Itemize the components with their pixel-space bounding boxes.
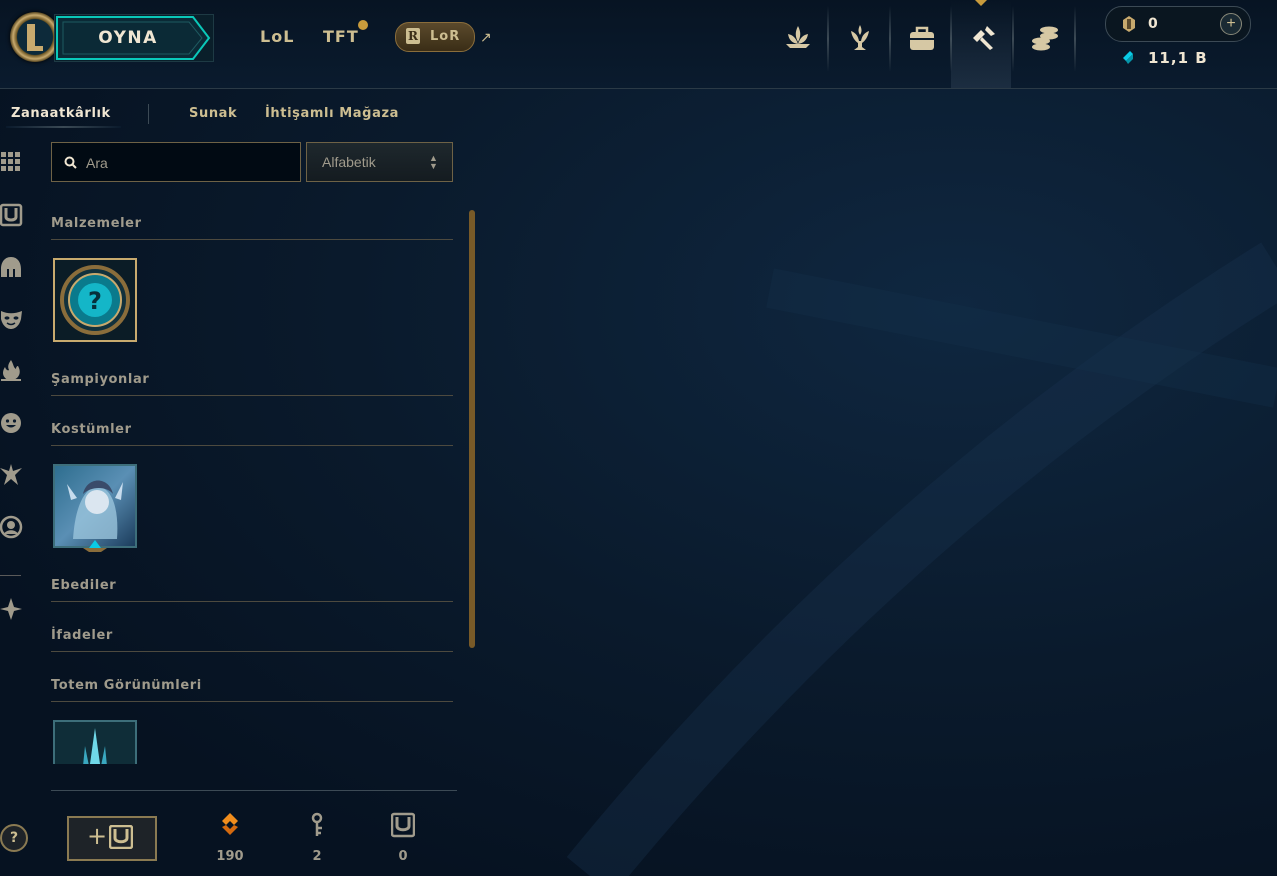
chests-count: 0 bbox=[398, 849, 408, 864]
section-divider bbox=[51, 395, 453, 396]
section-title-emotes: İfadeler bbox=[51, 628, 113, 643]
chest-icon bbox=[391, 812, 415, 838]
riot-points-icon bbox=[1123, 16, 1135, 32]
trophy-icon[interactable] bbox=[830, 14, 890, 64]
nav-separator bbox=[827, 6, 829, 72]
lor-launch-button[interactable]: R LoR bbox=[395, 22, 475, 52]
rail-divider bbox=[0, 575, 21, 576]
sort-dropdown[interactable]: Alfabetik ▲ ▼ bbox=[306, 142, 453, 182]
hextech-crafting-icon[interactable] bbox=[953, 14, 1013, 64]
section-divider bbox=[51, 651, 453, 652]
section-divider bbox=[51, 601, 453, 602]
blue-essence-value: 11,1 B bbox=[1148, 49, 1208, 67]
sort-selected-value: Alfabetik bbox=[322, 154, 376, 170]
nav-separator bbox=[1074, 6, 1076, 72]
helmet-icon[interactable] bbox=[0, 255, 24, 279]
orange-essence-count: 190 bbox=[216, 849, 244, 864]
section-divider bbox=[51, 239, 453, 240]
mask-icon[interactable] bbox=[0, 307, 24, 331]
subnav-separator bbox=[148, 104, 149, 124]
riot-points-value: 0 bbox=[1148, 16, 1158, 32]
active-nav-caret-icon bbox=[975, 0, 987, 6]
section-title-materials: Malzemeler bbox=[51, 216, 142, 231]
league-logo-icon[interactable] bbox=[10, 12, 60, 62]
section-divider bbox=[51, 701, 453, 702]
nav-separator bbox=[889, 6, 891, 72]
mystery-material-tile[interactable]: ? bbox=[53, 258, 137, 342]
tab-mythic-shop[interactable]: İhtişamlı Mağaza bbox=[265, 106, 399, 121]
play-button-label: OYNA bbox=[98, 28, 158, 48]
ward-skin-tile[interactable] bbox=[53, 720, 137, 764]
orange-essence-icon bbox=[222, 813, 238, 835]
tab-crafting[interactable]: Zanaatkârlık bbox=[11, 106, 111, 121]
search-input[interactable] bbox=[84, 143, 288, 183]
grid-icon[interactable] bbox=[0, 151, 24, 175]
lor-label: LoR bbox=[430, 29, 461, 44]
bag-icon[interactable] bbox=[892, 14, 952, 64]
section-title-skins: Kostümler bbox=[51, 422, 132, 437]
skin-shard-tile[interactable] bbox=[53, 464, 137, 552]
profile-icon[interactable] bbox=[0, 515, 24, 539]
svg-text:?: ? bbox=[88, 287, 102, 315]
chest-icon[interactable] bbox=[0, 203, 24, 227]
section-title-ward-skins: Totem Görünümleri bbox=[51, 678, 202, 693]
coins-stack-icon[interactable] bbox=[1015, 14, 1075, 64]
play-button[interactable]: OYNA bbox=[54, 14, 214, 62]
tft-notification-dot bbox=[358, 20, 368, 30]
flame-icon[interactable] bbox=[0, 359, 24, 383]
top-navigation-bar: OYNA LoL TFT R LoR ↗ 0 + 11,1 B bbox=[0, 0, 1277, 89]
lotus-icon[interactable] bbox=[768, 14, 828, 64]
tab-tft[interactable]: TFT bbox=[323, 27, 359, 46]
search-icon bbox=[64, 156, 77, 169]
emote-icon[interactable] bbox=[0, 411, 24, 435]
ward-icon[interactable] bbox=[0, 463, 24, 487]
search-box bbox=[51, 142, 301, 183]
add-rp-button[interactable]: + bbox=[1220, 13, 1242, 35]
chest-icon bbox=[109, 825, 133, 849]
help-button[interactable]: ? bbox=[0, 824, 28, 852]
craft-chest-button[interactable]: + bbox=[67, 816, 157, 861]
section-divider bbox=[51, 445, 453, 446]
lor-logo-icon: R bbox=[406, 28, 420, 44]
tab-altar[interactable]: Sunak bbox=[189, 106, 237, 121]
background-art bbox=[566, 242, 1277, 876]
tab-lol[interactable]: LoL bbox=[260, 27, 294, 46]
section-title-champions: Şampiyonlar bbox=[51, 372, 150, 387]
event-icon[interactable] bbox=[0, 597, 24, 621]
list-scrollbar[interactable] bbox=[469, 210, 475, 648]
sort-chevron-icon: ▲ ▼ bbox=[429, 153, 438, 171]
active-tab-underline bbox=[6, 126, 121, 128]
section-title-eternals: Ebediler bbox=[51, 578, 117, 593]
external-link-icon: ↗ bbox=[480, 29, 492, 45]
riot-points-display[interactable]: 0 + bbox=[1105, 6, 1251, 42]
blue-essence-icon bbox=[1123, 51, 1133, 64]
footer-divider bbox=[51, 790, 457, 791]
nav-separator bbox=[1012, 6, 1014, 72]
key-icon bbox=[311, 812, 323, 836]
plus-icon: + bbox=[87, 822, 108, 850]
keys-count: 2 bbox=[312, 849, 322, 864]
